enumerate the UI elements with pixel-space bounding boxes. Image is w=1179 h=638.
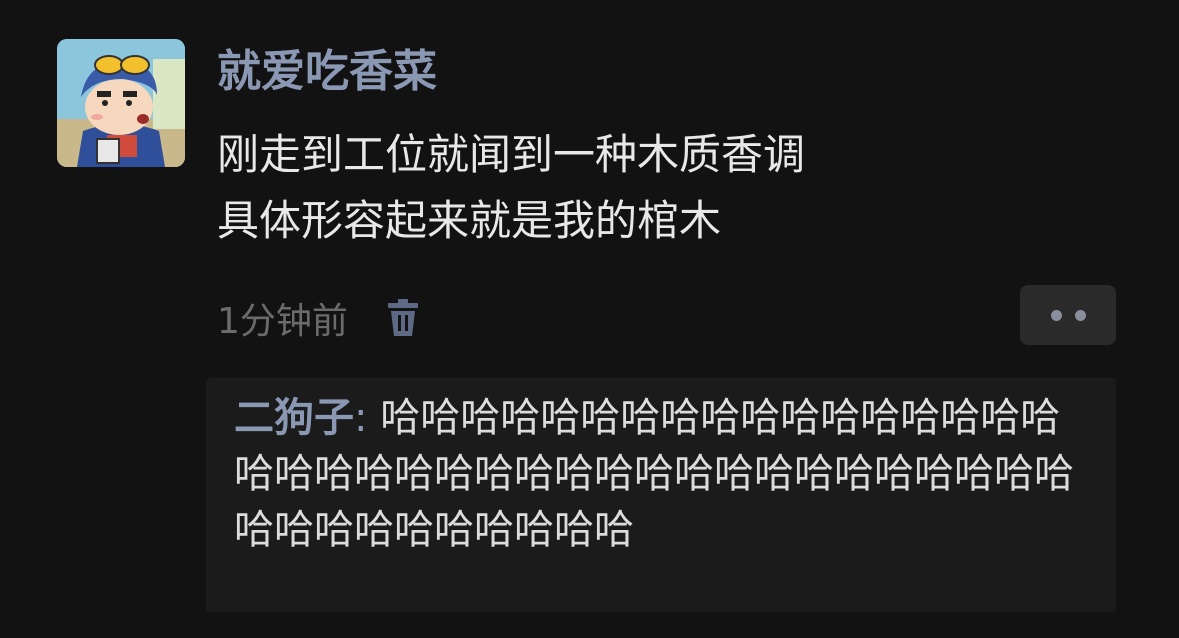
avatar-cartoon-icon xyxy=(57,39,185,167)
trash-icon[interactable] xyxy=(386,298,420,338)
post-meta: 1分钟前 xyxy=(217,290,420,346)
post-content-line: 刚走到工位就闻到一种木质香调 xyxy=(217,130,806,179)
avatar[interactable] xyxy=(57,39,185,167)
comment-separator: : xyxy=(354,395,381,441)
comment-item[interactable]: 二狗子: 哈哈哈哈哈哈哈哈哈哈哈哈哈哈哈哈哈哈哈哈哈哈哈哈哈哈哈哈哈哈哈哈哈哈哈… xyxy=(234,390,1100,558)
more-button[interactable] xyxy=(1020,285,1116,345)
more-dots-icon xyxy=(1050,309,1062,321)
moment-post: 就爱吃香菜 刚走到工位就闻到一种木质香调 具体形容起来就是我的棺木 1分钟前 二… xyxy=(0,0,1179,638)
post-content-line: 具体形容起来就是我的棺木 xyxy=(217,196,722,245)
username[interactable]: 就爱吃香菜 xyxy=(217,42,437,102)
timestamp: 1分钟前 xyxy=(217,301,348,342)
more-dots-icon xyxy=(1074,309,1086,321)
post-content: 刚走到工位就闻到一种木质香调 具体形容起来就是我的棺木 xyxy=(217,122,1117,254)
comments-section: 二狗子: 哈哈哈哈哈哈哈哈哈哈哈哈哈哈哈哈哈哈哈哈哈哈哈哈哈哈哈哈哈哈哈哈哈哈哈… xyxy=(206,378,1116,612)
comment-author[interactable]: 二狗子 xyxy=(234,395,354,441)
